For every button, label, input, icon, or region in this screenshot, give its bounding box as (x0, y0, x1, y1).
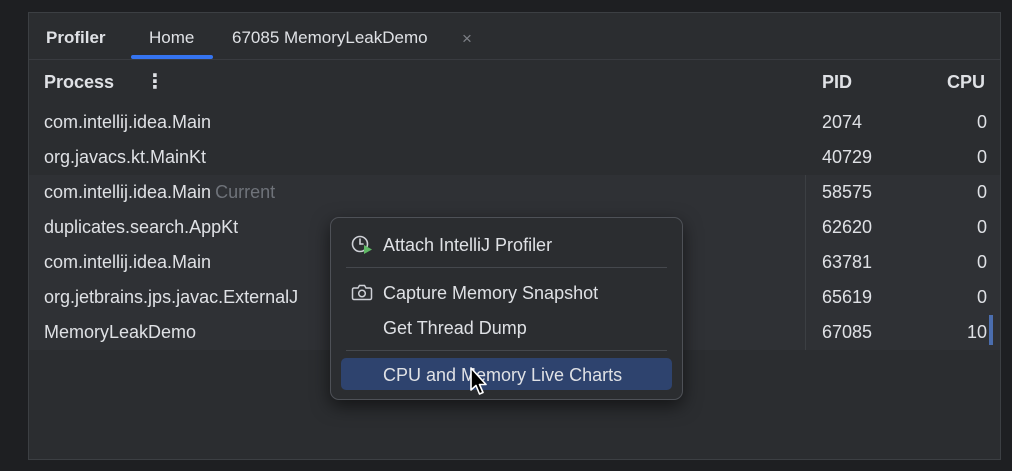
pid-cell: 67085 10 (805, 315, 1000, 350)
column-header-pid[interactable]: PID (822, 72, 852, 93)
process-name: duplicates.search.AppKt (44, 217, 239, 237)
table-header: Process ⋮ PID CPU (29, 65, 1000, 99)
more-options-icon[interactable]: ⋮ (145, 69, 165, 94)
profiler-attach-icon (351, 234, 373, 254)
process-name-with-status: com.intellij.idea.Main Current (44, 182, 275, 203)
process-cpu: 0 (976, 182, 987, 202)
camera-icon (351, 282, 373, 302)
process-cpu: 0 (976, 287, 987, 307)
tab-memoryleakdemo[interactable]: 67085 MemoryLeakDemo (232, 28, 428, 48)
menu-item-attach-profiler[interactable]: Attach IntelliJ Profiler (341, 228, 672, 260)
process-pid: 58575 (822, 182, 873, 202)
process-cpu: 0 (976, 217, 987, 237)
cpu-usage-bar (989, 315, 993, 345)
process-name: org.javacs.kt.MainKt (44, 147, 207, 167)
menu-item-cpu-memory-live-charts[interactable]: CPU and Memory Live Charts (341, 358, 672, 390)
menu-item-label: CPU and Memory Live Charts (383, 365, 623, 385)
process-cpu: 10 (966, 322, 987, 342)
context-menu: Attach IntelliJ Profiler Capture Memory … (330, 217, 683, 400)
process-cpu: 0 (976, 112, 987, 132)
close-tab-icon[interactable]: × (462, 29, 472, 49)
table-row[interactable]: com.intellij.idea.Main Current 58575 0 (29, 175, 1000, 210)
process-name: org.jetbrains.jps.javac.ExternalJ (44, 287, 299, 307)
process-pid: 40729 (822, 147, 873, 167)
column-header-cpu[interactable]: CPU (947, 72, 985, 93)
process-name: com.intellij.idea.Main (44, 252, 212, 272)
pid-cell: 40729 0 (805, 140, 1000, 175)
process-cpu: 0 (976, 147, 987, 167)
process-cpu: 0 (976, 252, 987, 272)
process-pid: 62620 (822, 217, 873, 237)
pid-cell: 65619 0 (805, 280, 1000, 315)
table-row[interactable]: com.intellij.idea.Main 2074 0 (29, 105, 1000, 140)
active-tab-indicator (131, 55, 213, 59)
process-pid: 2074 (822, 112, 863, 132)
menu-separator (346, 350, 667, 351)
tab-home[interactable]: Home (149, 28, 194, 48)
process-pid: 63781 (822, 252, 873, 272)
current-process-label: Current (215, 182, 276, 202)
tab-bar: Profiler Home 67085 MemoryLeakDemo × (29, 13, 1000, 60)
process-name: MemoryLeakDemo (44, 322, 197, 342)
process-pid: 65619 (822, 287, 873, 307)
pid-cell: 62620 0 (805, 210, 1000, 245)
menu-item-get-thread-dump[interactable]: Get Thread Dump (341, 311, 672, 343)
process-pid: 67085 (822, 322, 873, 342)
menu-item-capture-memory-snapshot[interactable]: Capture Memory Snapshot (341, 276, 672, 308)
process-name: com.intellij.idea.Main (44, 182, 212, 202)
toolwindow-title: Profiler (46, 28, 106, 47)
menu-item-label: Attach IntelliJ Profiler (383, 235, 553, 255)
pid-cell: 2074 0 (805, 105, 1000, 140)
pid-cell: 58575 0 (805, 175, 1000, 210)
table-row[interactable]: org.javacs.kt.MainKt 40729 0 (29, 140, 1000, 175)
menu-separator (346, 267, 667, 268)
menu-item-label: Get Thread Dump (383, 318, 527, 338)
mouse-pointer-icon (470, 367, 487, 395)
menu-item-label: Capture Memory Snapshot (383, 283, 599, 303)
column-header-process[interactable]: Process (44, 72, 114, 93)
process-name: com.intellij.idea.Main (44, 112, 212, 132)
pid-cell: 63781 0 (805, 245, 1000, 280)
